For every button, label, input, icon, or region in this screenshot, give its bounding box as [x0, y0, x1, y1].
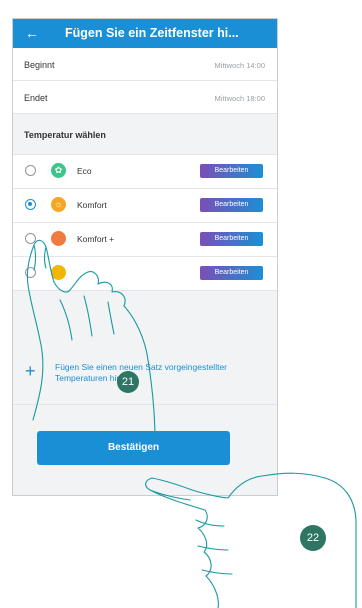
pointing-hand-upper [26, 239, 156, 441]
step-badge-21: 21 [117, 371, 139, 393]
step-badge-22: 22 [300, 525, 326, 551]
hand-illustrations [26, 239, 357, 608]
